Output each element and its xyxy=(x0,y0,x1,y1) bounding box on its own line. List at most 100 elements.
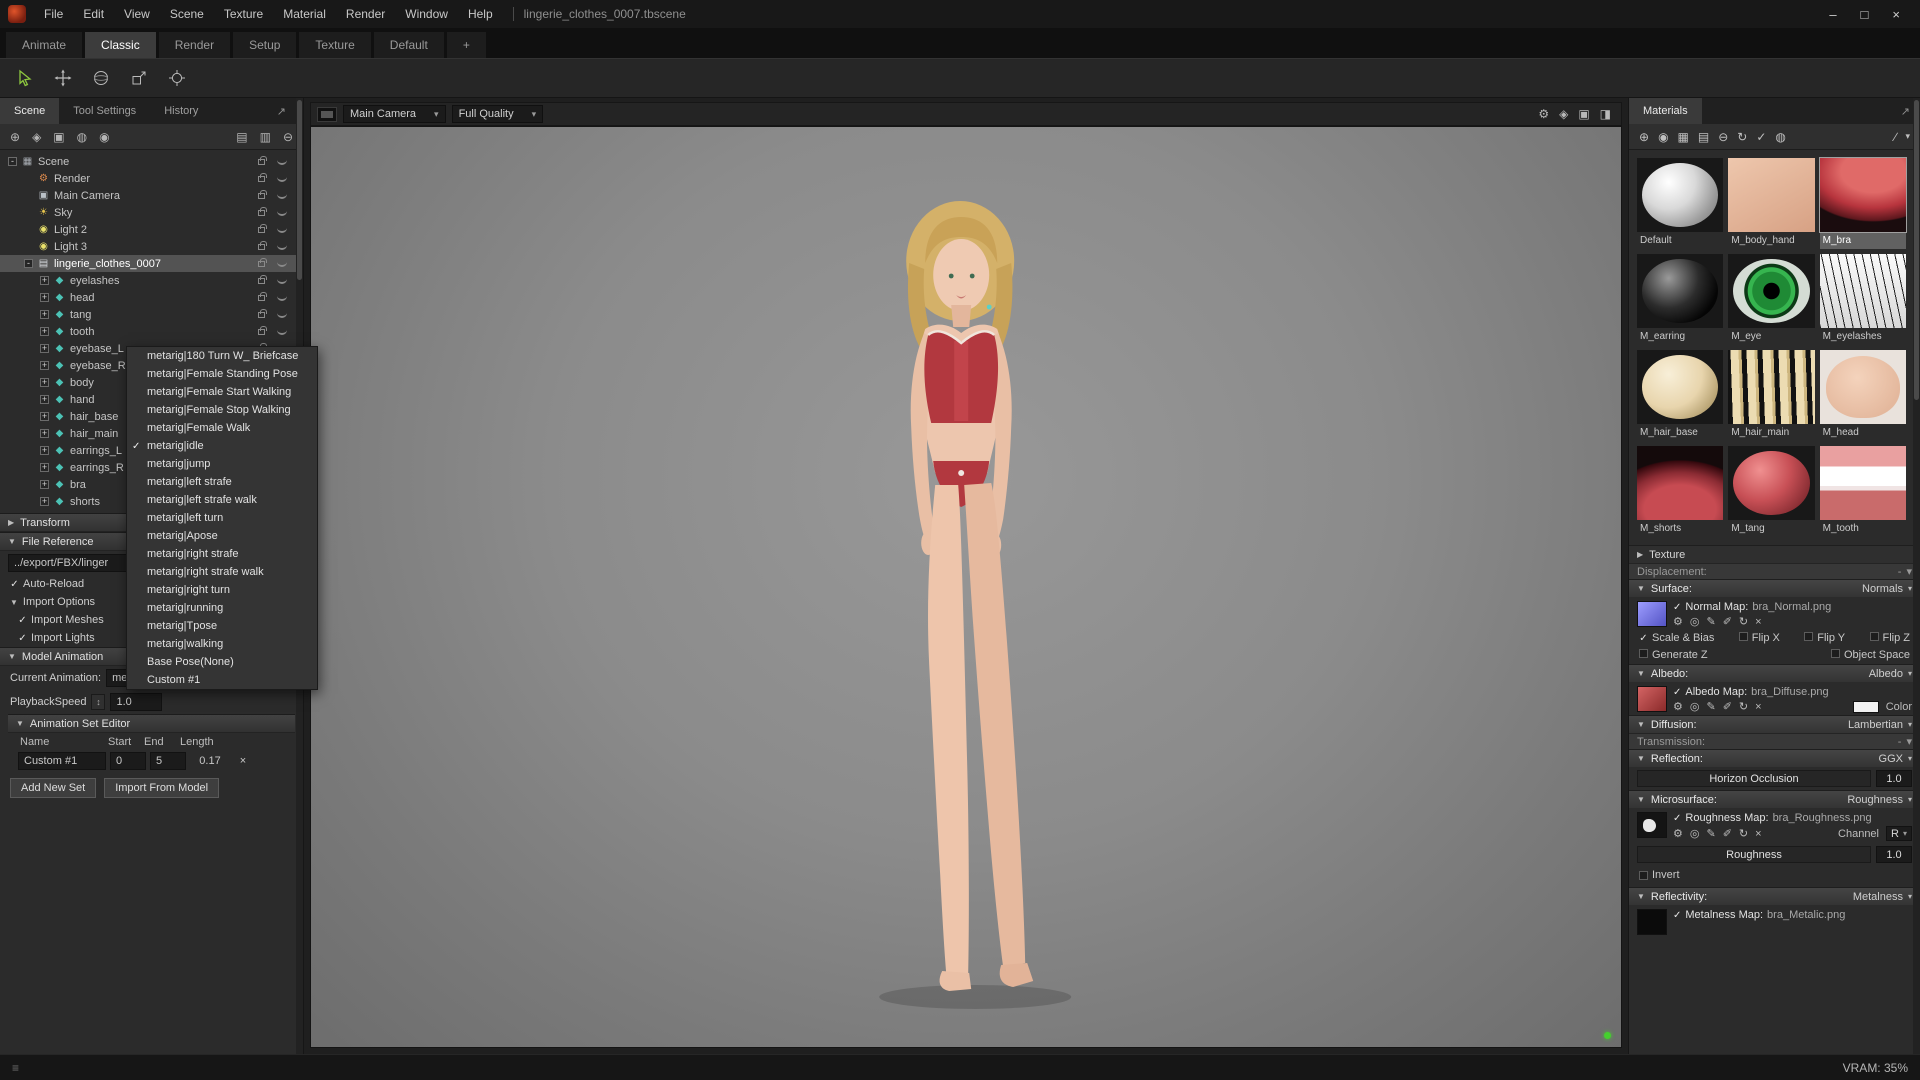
tree-expander[interactable]: - xyxy=(8,157,17,166)
menu-item[interactable]: Edit xyxy=(73,0,114,28)
viewport-settings-icon[interactable]: ⚙ xyxy=(1538,107,1549,121)
scene-tree-row[interactable]: ◉ Light 3 xyxy=(0,238,303,255)
animation-menu-item[interactable]: ✓ metarig|right strafe xyxy=(127,545,317,563)
surface-checkbox[interactable]: Object Space xyxy=(1830,649,1910,661)
lock-icon[interactable] xyxy=(258,240,267,250)
gear-icon[interactable]: ⚙ xyxy=(1673,700,1683,713)
material-item[interactable]: M_earring xyxy=(1637,254,1724,345)
clear-icon[interactable]: × xyxy=(1755,828,1761,840)
add-object-icon[interactable]: ⊕ xyxy=(10,130,20,144)
add-new-set-button[interactable]: Add New Set xyxy=(10,778,97,798)
reload-icon[interactable]: ↻ xyxy=(1739,700,1748,713)
texture-section-header[interactable]: ▶ Texture xyxy=(1629,545,1920,563)
normal-map-thumbnail[interactable] xyxy=(1637,601,1667,627)
surface-checkbox[interactable]: ✓ Scale & Bias xyxy=(1639,632,1714,644)
visibility-icon[interactable] xyxy=(277,329,287,335)
animation-menu-item[interactable]: ✓ metarig|Female Start Walking xyxy=(127,383,317,401)
material-item[interactable]: Default xyxy=(1637,158,1724,249)
panel-tab[interactable]: Tool Settings xyxy=(59,98,150,124)
lock-icon[interactable] xyxy=(258,206,267,216)
tree-expander[interactable]: - xyxy=(24,259,33,268)
workspace-tab[interactable]: Animate xyxy=(6,32,83,58)
lock-icon[interactable] xyxy=(258,325,267,335)
scene-tree-row[interactable]: + ◆ tooth xyxy=(0,323,303,340)
albedo-map-enabled-check[interactable]: ✓ xyxy=(1673,687,1681,698)
more-dropdown-icon[interactable]: ▾ xyxy=(1905,131,1910,142)
lock-icon[interactable] xyxy=(258,223,267,233)
layers-icon[interactable]: ▥ xyxy=(260,130,271,144)
material-item[interactable]: M_hair_base xyxy=(1637,350,1724,441)
scale-tool-icon[interactable] xyxy=(124,63,154,93)
menu-item[interactable]: Window xyxy=(395,0,458,28)
chevron-down-icon[interactable]: ▾ xyxy=(1908,720,1912,729)
set-name-field[interactable]: Custom #1 xyxy=(18,752,106,770)
select-tool-icon[interactable] xyxy=(10,63,40,93)
animation-menu-item[interactable]: ✓ metarig|left turn xyxy=(127,509,317,527)
surface-section-header[interactable]: ▼ Surface: Normals ▾ xyxy=(1629,579,1920,597)
resize-grip-icon[interactable]: ≡ xyxy=(12,1061,19,1075)
animation-menu-item[interactable]: ✓ metarig|Apose xyxy=(127,527,317,545)
material-thumbnail[interactable] xyxy=(1637,446,1724,520)
zoom-icon[interactable]: ◎ xyxy=(1690,615,1700,628)
zoom-icon[interactable]: ◎ xyxy=(1690,700,1700,713)
microsurface-section-header[interactable]: ▼ Microsurface: Roughness ▾ xyxy=(1629,790,1920,808)
zoom-icon[interactable]: ◎ xyxy=(1690,827,1700,840)
roughness-map-thumbnail[interactable] xyxy=(1637,812,1667,838)
tree-expander[interactable]: + xyxy=(40,310,49,319)
material-item[interactable]: M_bra xyxy=(1818,157,1908,249)
visibility-icon[interactable] xyxy=(277,244,287,250)
material-item[interactable]: M_tooth xyxy=(1819,446,1906,537)
material-thumbnail[interactable] xyxy=(1819,446,1906,520)
clear-icon[interactable]: × xyxy=(1755,616,1761,628)
scene-tree-row[interactable]: + ◆ head xyxy=(0,289,303,306)
material-thumbnail[interactable] xyxy=(1637,254,1724,328)
set-start-field[interactable]: 0 xyxy=(110,752,146,770)
material-sphere-icon[interactable]: ◉ xyxy=(1658,130,1668,144)
tree-expander[interactable]: + xyxy=(40,463,49,472)
rotate-tool-icon[interactable] xyxy=(86,63,116,93)
metalness-map-enabled-check[interactable]: ✓ xyxy=(1673,910,1681,921)
workspace-tab[interactable]: Render xyxy=(158,32,231,58)
add-material-icon[interactable]: ⊕ xyxy=(1639,130,1649,144)
tree-expander[interactable] xyxy=(24,242,33,251)
animation-menu-item[interactable]: ✓ metarig|Female Walk xyxy=(127,419,317,437)
folder-icon[interactable]: ▤ xyxy=(1698,130,1709,144)
menu-item[interactable]: Texture xyxy=(214,0,273,28)
material-thumbnail[interactable] xyxy=(1728,446,1815,520)
chevron-down-icon[interactable]: ▾ xyxy=(1908,754,1912,763)
menu-item[interactable]: Material xyxy=(273,0,336,28)
animation-menu-item[interactable]: ✓ metarig|Female Standing Pose xyxy=(127,365,317,383)
material-item[interactable]: M_head xyxy=(1819,350,1906,441)
material-thumbnail[interactable] xyxy=(1819,350,1906,424)
visibility-icon[interactable] xyxy=(277,159,287,165)
menu-item[interactable]: Help xyxy=(458,0,503,28)
material-item[interactable]: M_shorts xyxy=(1637,446,1724,537)
workspace-tab[interactable]: Texture xyxy=(299,32,371,58)
gear-icon[interactable]: ⚙ xyxy=(1673,615,1683,628)
material-item[interactable]: M_eyelashes xyxy=(1819,254,1907,345)
tree-expander[interactable]: + xyxy=(40,446,49,455)
scene-tree-row[interactable]: ▣ Main Camera xyxy=(0,187,303,204)
animation-menu-item[interactable]: ✓ metarig|walking xyxy=(127,635,317,653)
surface-checkbox[interactable]: Flip X xyxy=(1738,632,1780,644)
edit-icon[interactable]: ✐ xyxy=(1723,827,1732,840)
lock-icon[interactable] xyxy=(258,291,267,301)
apply-material-icon[interactable]: ✓ xyxy=(1756,130,1766,144)
transmission-section-header[interactable]: Transmission: - ▾ xyxy=(1629,733,1920,749)
tree-expander[interactable]: + xyxy=(40,395,49,404)
albedo-color-swatch[interactable] xyxy=(1852,700,1879,713)
channel-select[interactable]: R ▾ xyxy=(1886,826,1912,841)
material-thumbnail[interactable] xyxy=(1637,158,1724,232)
lock-icon[interactable] xyxy=(258,257,267,267)
edit-material-icon[interactable]: ∕ xyxy=(1894,130,1896,144)
edit-icon[interactable]: ✐ xyxy=(1723,615,1732,628)
scene-tree-row[interactable]: - ▦ Scene xyxy=(0,153,303,170)
panel-tab[interactable]: Scene xyxy=(0,98,60,124)
material-thumbnail[interactable] xyxy=(1818,157,1908,233)
animation-menu-item[interactable]: ✓ metarig|left strafe xyxy=(127,473,317,491)
chevron-down-icon[interactable]: ▾ xyxy=(1908,795,1912,804)
scene-tree-row[interactable]: ◉ Light 2 xyxy=(0,221,303,238)
world-icon[interactable]: ◍ xyxy=(77,130,87,144)
visibility-icon[interactable] xyxy=(277,227,287,233)
lock-icon[interactable] xyxy=(258,172,267,182)
